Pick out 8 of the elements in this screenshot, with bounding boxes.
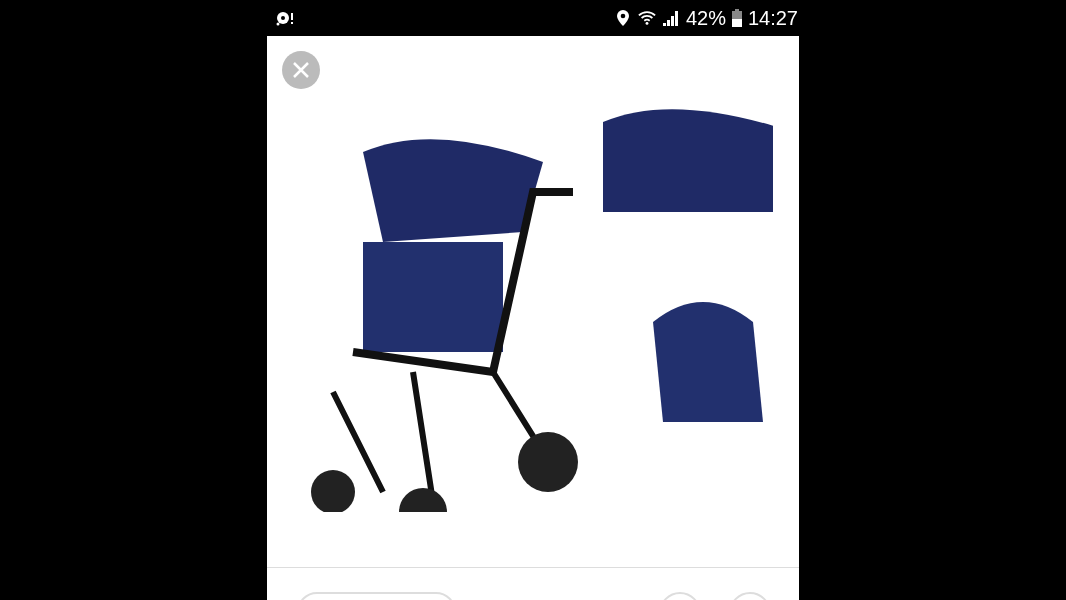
signal-icon	[661, 9, 680, 27]
wifi-icon	[637, 9, 656, 27]
battery-percent: 42%	[685, 6, 726, 30]
battery-icon	[731, 9, 742, 27]
clock: 14:27	[747, 6, 798, 30]
close-icon	[291, 60, 311, 80]
notification-icon	[276, 9, 296, 27]
close-button[interactable]	[282, 51, 320, 89]
